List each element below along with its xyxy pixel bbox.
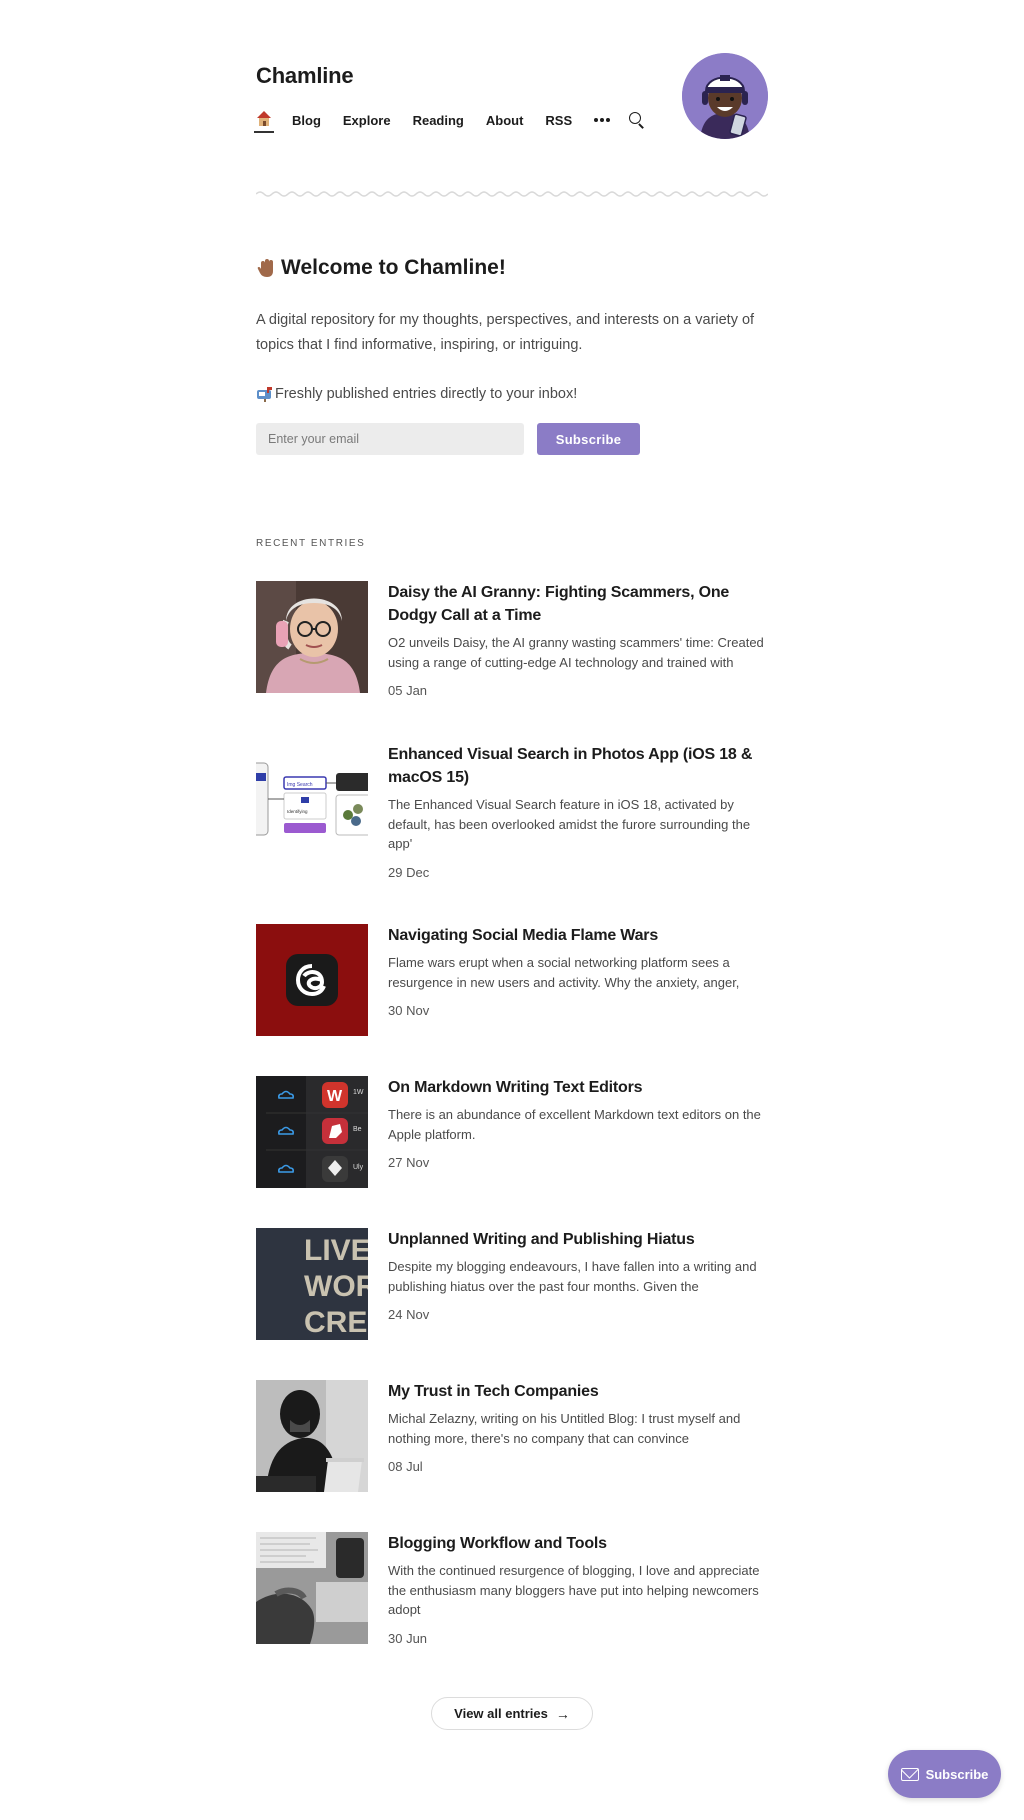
newsletter-prompt-text: Freshly published entries directly to yo…	[275, 386, 578, 402]
entry-thumbnail[interactable]	[256, 924, 368, 1036]
entry-title[interactable]: Blogging Workflow and Tools	[388, 1532, 768, 1555]
thumb-text: CRE	[304, 1306, 367, 1339]
entry-title[interactable]: My Trust in Tech Companies	[388, 1380, 768, 1403]
newsletter-prompt: Freshly published entries directly to yo…	[256, 386, 577, 402]
entry-excerpt: Michal Zelazny, writing on his Untitled …	[388, 1411, 741, 1446]
entry-date: 27 Nov	[388, 1155, 430, 1170]
nav-item-blog[interactable]: Blog	[292, 113, 321, 128]
view-all-label: View all entries	[454, 1706, 548, 1721]
entry-excerpt: O2 unveils Daisy, the AI granny wasting …	[388, 635, 764, 670]
entry-title[interactable]: Navigating Social Media Flame Wars	[388, 924, 768, 947]
thumb-text: 1W	[353, 1089, 364, 1096]
email-input[interactable]	[256, 423, 524, 455]
entry-excerpt: Despite my blogging endeavours, I have f…	[388, 1259, 757, 1294]
entry-title[interactable]: On Markdown Writing Text Editors	[388, 1076, 768, 1099]
entry-excerpt: There is an abundance of excellent Markd…	[388, 1107, 761, 1142]
thumb-text: LIVE	[304, 1234, 368, 1267]
entry-thumbnail[interactable]	[256, 1532, 368, 1644]
entry-date: 24 Nov	[388, 1307, 430, 1322]
entry-thumbnail[interactable]	[256, 581, 368, 693]
welcome-heading: Welcome to Chamline!	[256, 256, 506, 280]
main-nav: Blog Explore Reading About RSS	[254, 110, 645, 133]
entry-thumbnail[interactable]	[256, 1380, 368, 1492]
welcome-title-text: Welcome to Chamline!	[281, 256, 506, 279]
recent-entries-label: RECENT ENTRIES	[256, 538, 366, 549]
entry-title[interactable]: Unplanned Writing and Publishing Hiatus	[388, 1228, 768, 1251]
site-title[interactable]: Chamline	[256, 63, 354, 89]
view-all-entries-button[interactable]: View all entries →	[431, 1697, 593, 1730]
floating-subscribe-button[interactable]: Subscribe	[888, 1750, 1001, 1798]
mailbox-emoji-icon	[256, 386, 274, 402]
search-icon[interactable]	[629, 112, 645, 129]
entry-thumbnail[interactable]: W 1W Be Uly	[256, 1076, 368, 1188]
entry-date: 05 Jan	[388, 683, 428, 698]
entry-item: Daisy the AI Granny: Fighting Scammers, …	[256, 581, 768, 701]
envelope-icon	[900, 1767, 919, 1781]
thumb-text: Uly	[353, 1164, 364, 1171]
entry-item: Img Search Identifying Enhanced Visual S…	[256, 743, 768, 880]
entry-item: W 1W Be Uly On Markdown Writing Text Edi…	[256, 1076, 768, 1196]
wavy-divider	[256, 191, 768, 197]
house-emoji-icon[interactable]	[254, 111, 274, 133]
thumb-text: WOR	[304, 1270, 368, 1303]
entry-date: 29 Dec	[388, 865, 430, 880]
avatar[interactable]	[682, 53, 768, 139]
ellipsis-icon[interactable]	[594, 118, 611, 122]
entry-item: Blogging Workflow and Tools With the con…	[256, 1532, 768, 1652]
entry-thumbnail[interactable]: Img Search Identifying	[256, 743, 368, 855]
entry-item: Navigating Social Media Flame Wars Flame…	[256, 924, 768, 1044]
arrow-right-icon: →	[555, 1705, 570, 1722]
nav-item-rss[interactable]: RSS	[545, 113, 572, 128]
waving-hand-emoji-icon	[256, 257, 278, 279]
thumb-text: Identifying	[287, 809, 308, 814]
entry-excerpt: The Enhanced Visual Search feature in iO…	[388, 797, 751, 851]
entry-date: 30 Nov	[388, 1003, 430, 1018]
entry-date: 08 Jul	[388, 1459, 423, 1474]
svg-text:W: W	[327, 1088, 343, 1105]
entry-thumbnail[interactable]: LIVE WOR CRE	[256, 1228, 368, 1340]
entry-title[interactable]: Daisy the AI Granny: Fighting Scammers, …	[388, 581, 768, 627]
nav-item-explore[interactable]: Explore	[343, 113, 391, 128]
thumb-text: Img Search	[287, 782, 313, 788]
nav-item-about[interactable]: About	[486, 113, 524, 128]
entry-excerpt: Flame wars erupt when a social networkin…	[388, 955, 740, 990]
entry-excerpt: With the continued resurgence of bloggin…	[388, 1563, 760, 1617]
subscribe-button[interactable]: Subscribe	[537, 423, 640, 455]
entry-item: LIVE WOR CRE Unplanned Writing and Publi…	[256, 1228, 768, 1348]
welcome-description: A digital repository for my thoughts, pe…	[256, 312, 755, 353]
entry-item: My Trust in Tech Companies Michal Zelazn…	[256, 1380, 768, 1500]
nav-item-reading[interactable]: Reading	[413, 113, 464, 128]
floating-subscribe-label: Subscribe	[925, 1766, 989, 1782]
thumb-text: Be	[353, 1126, 362, 1133]
entry-title[interactable]: Enhanced Visual Search in Photos App (iO…	[388, 743, 768, 789]
entry-date: 30 Jun	[388, 1631, 428, 1646]
